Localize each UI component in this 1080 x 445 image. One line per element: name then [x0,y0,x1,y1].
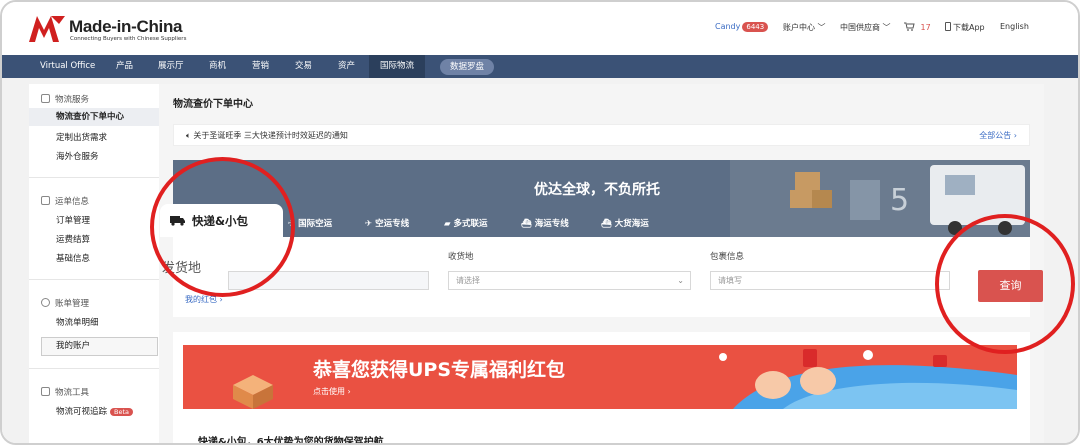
truck-icon [41,94,50,103]
notice-label: 关于圣诞旺季 三大快递预计时效延迟的通知 [193,131,348,140]
page-title: 物流查价下单中心 [173,99,253,110]
sidebar-group-title: 账单管理 [55,299,90,309]
user-badge: 6443 [742,22,769,32]
truck-icon: ▰ [444,219,451,229]
promo-cta[interactable]: 点击使用 › [313,386,351,397]
annotation-circle-query-button [935,214,1075,354]
sidebar: 物流服务 物流查价下单中心 定制出货需求 海外仓服务 运单信息 订单管理 运费结… [29,84,159,443]
tab-sea-line[interactable]: ⛴︎ 海运专线 [521,217,569,229]
nav-trade[interactable]: 交易 [295,55,312,78]
account-center-label: 账户中心 [783,23,815,32]
nav-international-logistics[interactable]: 国际物流 [369,55,426,78]
user-name: Candy [715,22,741,31]
package-placeholder: 请填写 [718,276,742,285]
download-app-label: 下载App [953,23,985,32]
sidebar-group-billing: 账单管理 [41,297,89,309]
cargo-ship-icon: ⛴︎ [601,219,612,229]
top-header: Made-in-China Connecting Buyers with Chi… [2,2,1078,55]
sidebar-item-label: 物流可视追踪 [56,407,108,417]
main-nav: Virtual Office 产品 展示厅 商机 营销 交易 资产 国际物流 数… [2,55,1078,78]
nav-opportunities[interactable]: 商机 [209,55,226,78]
tab-multimodal[interactable]: ▰ 多式联运 [444,217,488,229]
sidebar-item-my-account[interactable]: 我的账户 [41,337,158,356]
promo-headline: 恭喜您获得UPS专属福利红包 [313,359,566,381]
package-label: 包裹信息 [710,252,745,262]
sidebar-divider [29,279,159,280]
sidebar-item-bill-details[interactable]: 物流单明细 [56,316,99,328]
sidebar-item-basic-info[interactable]: 基础信息 [56,252,90,264]
sidebar-group-title: 物流服务 [55,95,90,105]
phone-icon [945,22,951,31]
language-switch[interactable]: English [1000,22,1029,31]
speaker-icon: 🔈︎ [186,131,191,140]
all-notices-link[interactable]: 全部公告 › [979,130,1017,141]
plane-icon: ✈︎ [365,219,373,229]
nav-products[interactable]: 产品 [116,55,133,78]
logo-mark-icon [29,16,65,42]
notice-text[interactable]: 🔈︎ 关于圣诞旺季 三大快递预计时效延迟的通知 [186,130,348,141]
sidebar-item-custom-shipping[interactable]: 定制出货需求 [56,131,107,143]
tab-bulk-sea[interactable]: ⛴︎ 大货海运 [601,217,649,229]
ups-red-packet-banner[interactable]: 恭喜您获得UPS专属福利红包 点击使用 › [183,345,1017,409]
sidebar-group-waybill: 运单信息 [41,195,89,207]
sidebar-item-overseas-warehouse[interactable]: 海外仓服务 [56,150,99,162]
nav-assets[interactable]: 资产 [338,55,355,78]
promo-cta-label: 点击使用 [313,387,345,396]
brand-tagline: Connecting Buyers with Chinese Suppliers [70,36,187,42]
sidebar-group-logistics-services: 物流服务 [41,93,89,105]
tab-label: 多式联运 [453,219,488,229]
shipping-tabs: 快递&小包 ✈︎ 国际空运 ✈︎ 空运专线 ▰ 多式联运 ⛴︎ 海运专线 ⛴︎ … [160,204,1030,237]
cart-button[interactable]: 17 [904,22,931,32]
chevron-down-icon: ﹀ [882,23,891,32]
to-placeholder: 请选择 [456,276,480,285]
annotation-circle-express-tab [150,157,295,297]
cart-icon [904,22,915,31]
sidebar-group-title: 物流工具 [55,388,90,398]
package-input[interactable]: 请填写 [710,271,950,290]
chevron-down-icon: ﹀ [817,23,826,32]
sidebar-group-tools: 物流工具 [41,386,89,398]
all-notices-label: 全部公告 [979,131,1012,140]
brand-name: Made-in-China [69,17,183,36]
beta-badge: Beta [110,408,134,416]
to-select[interactable]: 请选择 ⌄ [448,271,691,290]
nav-marketing[interactable]: 营销 [252,55,269,78]
dollar-icon [41,298,50,307]
nav-virtual-office[interactable]: Virtual Office [40,55,95,78]
china-supplier-label: 中国供应商 [840,23,880,32]
toolbox-icon [41,387,50,396]
cart-count: 17 [920,23,931,32]
sidebar-item-orders[interactable]: 订单管理 [56,214,90,226]
nav-showroom[interactable]: 展示厅 [158,55,184,78]
to-label: 收货地 [448,252,474,262]
user-menu[interactable]: Candy 6443 [715,22,769,32]
sidebar-item-quote-center[interactable]: 物流查价下单中心 [29,108,159,126]
tab-label: 海运专线 [534,219,569,229]
sidebar-divider [29,368,159,369]
sidebar-group-title: 运单信息 [55,197,90,207]
advantages-heading: 快递&小包，6大优势为您的货物保驾护航 [198,437,384,445]
celebration-hands-image [719,349,1017,409]
tab-label: 空运专线 [375,219,410,229]
document-icon [41,196,50,205]
tab-label: 大货海运 [614,219,649,229]
package-box-icon [233,375,273,409]
china-supplier-menu[interactable]: 中国供应商 ﹀ [840,22,891,33]
sidebar-item-visual-tracking[interactable]: 物流可视追踪 Beta [56,405,134,417]
download-app-link[interactable]: 下载App [945,22,985,33]
app-frame: Made-in-China Connecting Buyers with Chi… [0,0,1080,445]
sidebar-divider [29,177,159,178]
chevron-down-icon: ⌄ [677,276,684,285]
account-center-menu[interactable]: 账户中心 ﹀ [783,22,826,33]
notice-bar: 🔈︎ 关于圣诞旺季 三大快递预计时效延迟的通知 全部公告 › [173,124,1030,146]
sidebar-item-freight-settlement[interactable]: 运费结算 [56,233,90,245]
ship-icon: ⛴︎ [521,219,532,229]
banner-slogan: 优达全球，不负所托 [534,182,660,198]
tab-label: 国际空运 [298,219,333,229]
brand-logo[interactable]: Made-in-China Connecting Buyers with Chi… [29,11,189,47]
tab-air-line[interactable]: ✈︎ 空运专线 [365,217,409,229]
nav-data-compass[interactable]: 数据罗盘 [440,59,495,75]
